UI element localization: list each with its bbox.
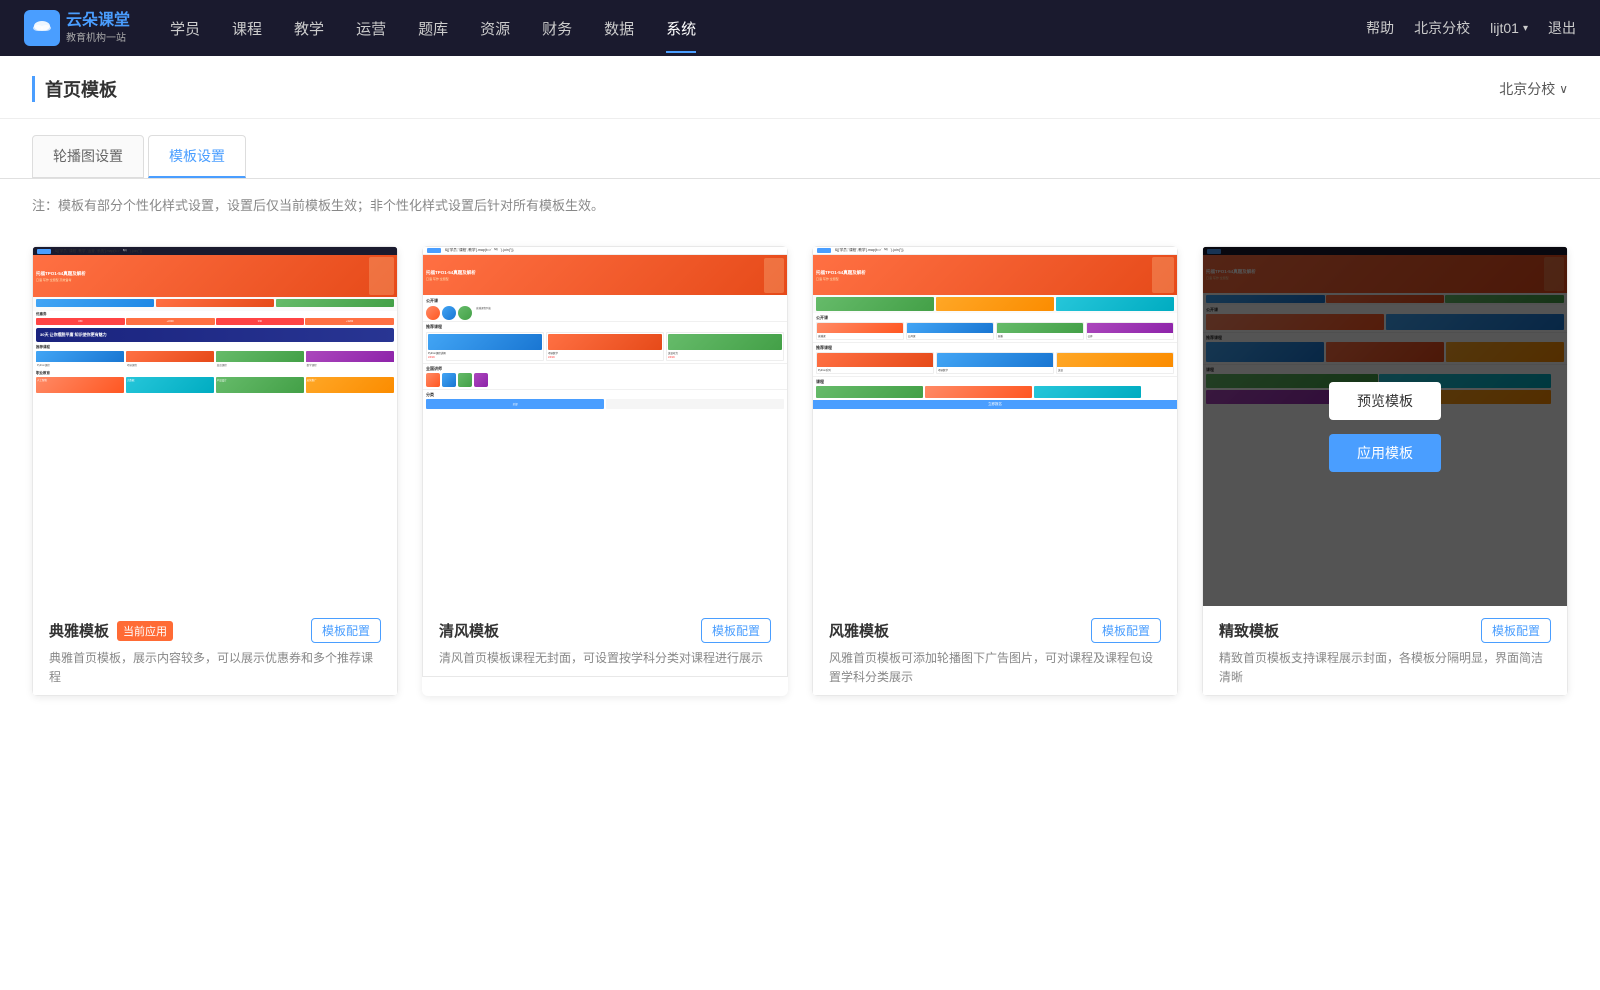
card-footer-1: 典雅模板 当前应用 模板配置 典雅首页模板，展示内容较多，可以展示优惠券和多个推…: [32, 606, 398, 696]
logo[interactable]: 云朵课堂 教育机构一站: [24, 10, 130, 46]
card-preview-2[interactable]: ${['学员','课程','教学'].map(t=>`${t}`).join('…: [422, 246, 788, 606]
template-card-1: ${['学员','课程','教学','运营','系统'].map(t=>`${t…: [32, 246, 398, 696]
card-preview-1[interactable]: ${['学员','课程','教学','运营','系统'].map(t=>`${t…: [32, 246, 398, 606]
tab-template[interactable]: 模板设置: [148, 135, 246, 178]
card-desc-3: 风雅首页模板可添加轮播图下广告图片，可对课程及课程包设置学科分类展示: [829, 649, 1161, 687]
card-preview-3[interactable]: ${['学员','课程','教学'].map(t=>`${t}`).join('…: [812, 246, 1178, 606]
card-desc-1: 典雅首页模板，展示内容较多，可以展示优惠券和多个推荐课程: [49, 649, 381, 687]
template-card-2: ${['学员','课程','教学'].map(t=>`${t}`).join('…: [422, 246, 788, 696]
page-header: 首页模板 北京分校 ∨: [0, 56, 1600, 119]
help-link[interactable]: 帮助: [1366, 18, 1394, 38]
nav-menu-item-资源[interactable]: 资源: [480, 14, 510, 43]
config-btn-4[interactable]: 模板配置: [1481, 618, 1551, 643]
nav-menu-item-系统[interactable]: 系统: [666, 14, 696, 43]
branch-arrow-icon: ∨: [1559, 82, 1568, 96]
branch-selector[interactable]: 北京分校 ∨: [1499, 79, 1568, 99]
logo-text: 云朵课堂 教育机构一站: [66, 11, 130, 45]
card-desc-2: 清风首页模板课程无封面，可设置按学科分类对课程进行展示: [439, 649, 771, 668]
template-grid: ${['学员','课程','教学','运营','系统'].map(t=>`${t…: [0, 230, 1600, 736]
tab-bar: 轮播图设置 模板设置: [0, 119, 1600, 179]
config-btn-3[interactable]: 模板配置: [1091, 618, 1161, 643]
template-card-3: ${['学员','课程','教学'].map(t=>`${t}`).join('…: [812, 246, 1178, 696]
user-menu[interactable]: lijt01 ▾: [1490, 20, 1528, 36]
nav-menu: 学员 课程 教学 运营 题库 资源 财务 数据 系统: [170, 14, 1366, 43]
card-name-1: 典雅模板: [49, 620, 109, 641]
card-name-4: 精致模板: [1219, 620, 1279, 641]
nav-right: 帮助 北京分校 lijt01 ▾ 退出: [1366, 18, 1576, 38]
nav-menu-item-财务[interactable]: 财务: [542, 14, 572, 43]
nav-menu-item-题库[interactable]: 题库: [418, 14, 448, 43]
current-badge-1: 当前应用: [117, 621, 173, 641]
apply-btn-4[interactable]: 应用模板: [1329, 434, 1441, 472]
note-text: 注：模板有部分个性化样式设置，设置后仅当前模板生效；非个性化样式设置后针对所有模…: [0, 179, 1600, 230]
nav-menu-item-学员[interactable]: 学员: [170, 14, 200, 43]
card-footer-4: 精致模板 模板配置 精致首页模板支持课程展示封面，各模板分隔明显，界面简洁清晰: [1202, 606, 1568, 696]
logo-icon: [24, 10, 60, 46]
nav-menu-item-课程[interactable]: 课程: [232, 14, 262, 43]
config-btn-1[interactable]: 模板配置: [311, 618, 381, 643]
card-name-2: 清风模板: [439, 620, 499, 641]
card-footer-2: 清风模板 模板配置 清风首页模板课程无封面，可设置按学科分类对课程进行展示: [422, 606, 788, 677]
preview-btn-4[interactable]: 预览模板: [1329, 382, 1441, 420]
card-name-3: 风雅模板: [829, 620, 889, 641]
template-card-4: 托福TPO1-54真题及解析 口语 写作 全题型 公开课: [1202, 246, 1568, 696]
page-title: 首页模板: [32, 76, 117, 102]
logout-link[interactable]: 退出: [1548, 18, 1576, 38]
nav-menu-item-数据[interactable]: 数据: [604, 14, 634, 43]
nav-menu-item-运营[interactable]: 运营: [356, 14, 386, 43]
card-footer-3: 风雅模板 模板配置 风雅首页模板可添加轮播图下广告图片，可对课程及课程包设置学科…: [812, 606, 1178, 696]
navbar: 云朵课堂 教育机构一站 学员 课程 教学 运营 题库 资源 财务 数据 系统 帮助 北京分校 l…: [0, 0, 1600, 56]
card-preview-4[interactable]: 托福TPO1-54真题及解析 口语 写作 全题型 公开课: [1202, 246, 1568, 606]
branch-link[interactable]: 北京分校: [1414, 18, 1470, 38]
card-desc-4: 精致首页模板支持课程展示封面，各模板分隔明显，界面简洁清晰: [1219, 649, 1551, 687]
tab-carousel[interactable]: 轮播图设置: [32, 135, 144, 178]
config-btn-2[interactable]: 模板配置: [701, 618, 771, 643]
main-page: 首页模板 北京分校 ∨ 轮播图设置 模板设置 注：模板有部分个性化样式设置，设置…: [0, 56, 1600, 990]
nav-menu-item-教学[interactable]: 教学: [294, 14, 324, 43]
